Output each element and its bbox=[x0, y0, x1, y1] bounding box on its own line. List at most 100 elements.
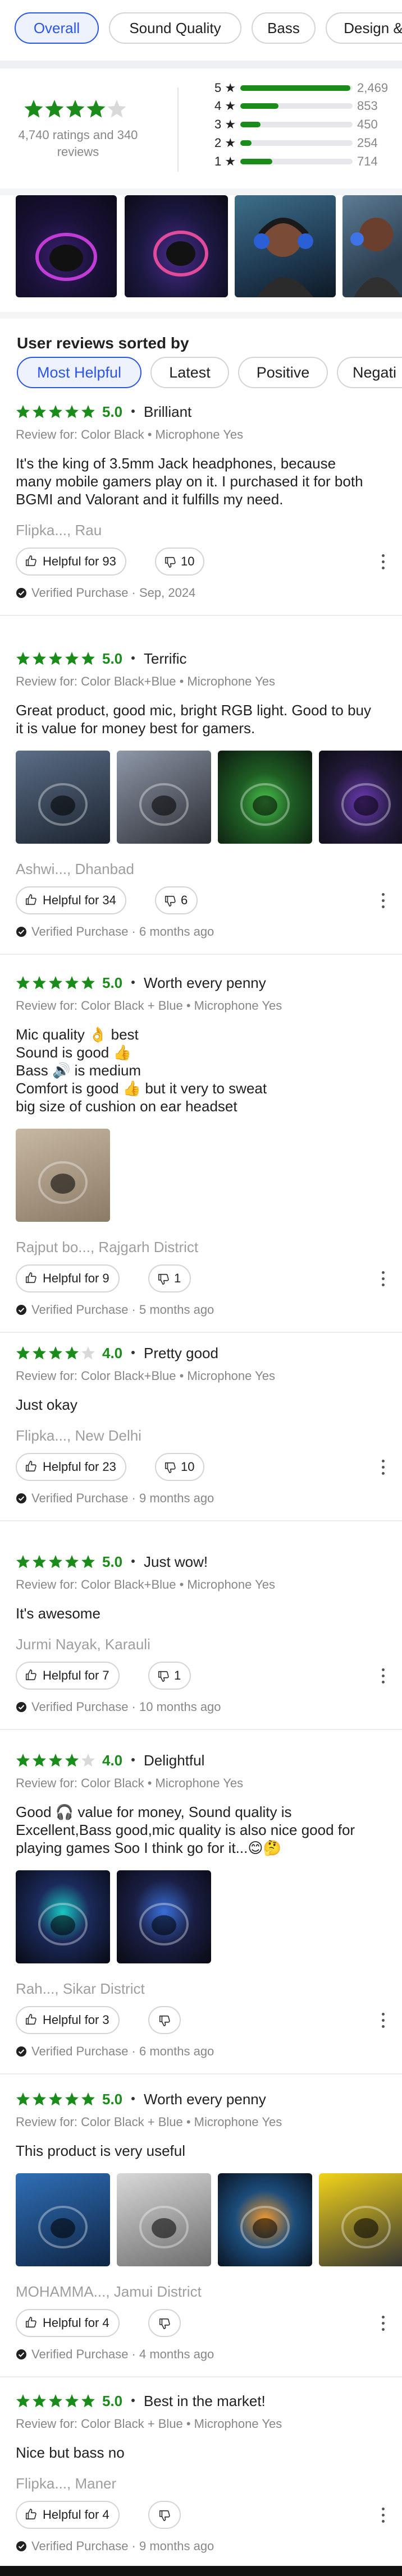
verified-check-icon bbox=[16, 2541, 26, 2551]
verified-label: Verified Purchase · 9 months ago bbox=[31, 2539, 214, 2553]
summary-vertical-divider bbox=[177, 88, 179, 172]
star-filled-icon bbox=[33, 652, 46, 665]
star-filled-icon bbox=[33, 2092, 46, 2106]
star-filled-icon bbox=[49, 1555, 62, 1568]
more-options-icon[interactable] bbox=[377, 2312, 389, 2335]
review-stars bbox=[16, 976, 95, 990]
not-helpful-count: 6 bbox=[181, 893, 188, 907]
helpful-button[interactable]: Helpful for 93 bbox=[16, 548, 126, 576]
sort-latest[interactable]: Latest bbox=[150, 357, 229, 388]
review-photo[interactable] bbox=[16, 1870, 110, 1963]
review-photo[interactable] bbox=[125, 195, 228, 297]
review-photo[interactable] bbox=[342, 195, 402, 297]
more-options-icon[interactable] bbox=[377, 1268, 389, 1290]
more-options-icon[interactable] bbox=[377, 2504, 389, 2527]
helpful-button[interactable]: Helpful for 34 bbox=[16, 886, 126, 914]
helpful-button[interactable]: Helpful for 3 bbox=[16, 2006, 120, 2034]
review-photo[interactable] bbox=[319, 2173, 402, 2266]
distribution-label: 2 ★ bbox=[214, 136, 236, 150]
review-divider bbox=[0, 2073, 402, 2074]
distribution-bar-fill bbox=[240, 103, 278, 109]
star-filled-icon bbox=[49, 976, 62, 990]
title-dot bbox=[131, 2399, 135, 2402]
distribution-bar-fill bbox=[240, 85, 350, 91]
more-options-icon[interactable] bbox=[377, 1665, 389, 1687]
star-filled-icon bbox=[16, 2394, 30, 2408]
distribution-bar-fill bbox=[240, 122, 261, 127]
not-helpful-button[interactable]: 10 bbox=[155, 1453, 205, 1481]
review-body: Great product, good mic, bright RGB ligh… bbox=[16, 702, 371, 737]
thumbs-down-icon bbox=[159, 2510, 170, 2521]
more-options-icon[interactable] bbox=[377, 551, 389, 573]
review-rating-value: 5.0 bbox=[102, 2091, 123, 2108]
helpful-label: Helpful for 7 bbox=[43, 1668, 109, 1682]
tab-design[interactable]: Design & bbox=[326, 12, 402, 44]
star-filled-icon bbox=[33, 1346, 46, 1360]
helpful-button[interactable]: Helpful for 23 bbox=[16, 1453, 126, 1481]
verified-purchase: Verified Purchase · 9 months ago bbox=[16, 2539, 214, 2554]
not-helpful-button[interactable]: 1 bbox=[148, 1662, 191, 1690]
review-photo[interactable] bbox=[218, 2173, 312, 2266]
more-options-icon[interactable] bbox=[377, 2009, 389, 2032]
review-photo[interactable] bbox=[16, 195, 117, 297]
review-photo[interactable] bbox=[235, 195, 336, 297]
tab-bass[interactable]: Bass bbox=[252, 12, 316, 44]
review-photo[interactable] bbox=[117, 2173, 211, 2266]
review-divider bbox=[0, 615, 402, 616]
review-photo[interactable] bbox=[218, 751, 312, 844]
review-author: MOHAMMA..., Jamui District bbox=[16, 2283, 202, 2300]
tab-overall[interactable]: Overall bbox=[15, 12, 99, 44]
review-rating-value: 5.0 bbox=[102, 403, 123, 420]
star-filled-icon bbox=[49, 1754, 62, 1767]
review-stars bbox=[16, 2092, 95, 2106]
star-filled-icon bbox=[81, 1555, 95, 1568]
not-helpful-button[interactable]: 10 bbox=[155, 548, 205, 576]
sort-negative[interactable]: Negati bbox=[337, 357, 402, 388]
review-photo[interactable] bbox=[16, 751, 110, 844]
thumbs-up-icon bbox=[25, 2509, 36, 2520]
distribution-bar bbox=[240, 140, 353, 146]
review-photo[interactable] bbox=[319, 751, 402, 844]
verified-check-icon bbox=[16, 588, 26, 598]
more-options-icon[interactable] bbox=[377, 1456, 389, 1479]
review-body: It's the king of 3.5mm Jack headphones, … bbox=[16, 455, 363, 508]
review-rating-value: 5.0 bbox=[102, 2393, 123, 2409]
thumbs-up-icon bbox=[25, 894, 36, 905]
review-divider bbox=[0, 954, 402, 955]
star-filled-icon bbox=[65, 2092, 79, 2106]
review-photo[interactable] bbox=[16, 1129, 110, 1222]
helpful-button[interactable]: Helpful for 4 bbox=[16, 2309, 120, 2337]
review-author: Ashwi..., Dhanbad bbox=[16, 861, 135, 877]
helpful-button[interactable]: Helpful for 4 bbox=[16, 2501, 120, 2529]
helpful-button[interactable]: Helpful for 7 bbox=[16, 1662, 120, 1690]
more-options-icon[interactable] bbox=[377, 890, 389, 912]
review-photo[interactable] bbox=[117, 751, 211, 844]
review-photo[interactable] bbox=[16, 2173, 110, 2266]
star-filled-icon bbox=[49, 1346, 62, 1360]
sort-positive[interactable]: Positive bbox=[238, 357, 328, 388]
not-helpful-button[interactable] bbox=[148, 2501, 181, 2529]
tab-sound-quality[interactable]: Sound Quality bbox=[109, 12, 241, 44]
title-dot bbox=[131, 410, 135, 413]
review-stars bbox=[16, 2394, 95, 2408]
star-filled-icon bbox=[33, 1754, 46, 1767]
verified-purchase: Verified Purchase · 9 months ago bbox=[16, 1491, 214, 1506]
thumbs-down-icon bbox=[165, 556, 176, 568]
review-stars bbox=[16, 652, 95, 665]
review-divider bbox=[0, 1729, 402, 1730]
review-photo[interactable] bbox=[117, 1870, 211, 1963]
not-helpful-button[interactable]: 6 bbox=[155, 886, 198, 914]
helpful-button[interactable]: Helpful for 9 bbox=[16, 1264, 120, 1292]
not-helpful-button[interactable] bbox=[148, 2309, 181, 2337]
not-helpful-button[interactable]: 1 bbox=[148, 1264, 191, 1292]
review-title: Just wow! bbox=[144, 1553, 208, 1570]
verified-check-icon bbox=[16, 927, 26, 937]
star-filled-icon bbox=[33, 1555, 46, 1568]
review-title: Worth every penny bbox=[144, 974, 266, 991]
not-helpful-button[interactable] bbox=[148, 2006, 181, 2034]
thumbs-down-icon bbox=[159, 2015, 170, 2026]
verified-label: Verified Purchase · 4 months ago bbox=[31, 2347, 214, 2361]
review-title: Pretty good bbox=[144, 1345, 218, 1361]
thumbs-up-icon bbox=[25, 2014, 36, 2025]
sort-most-helpful[interactable]: Most Helpful bbox=[17, 357, 141, 388]
